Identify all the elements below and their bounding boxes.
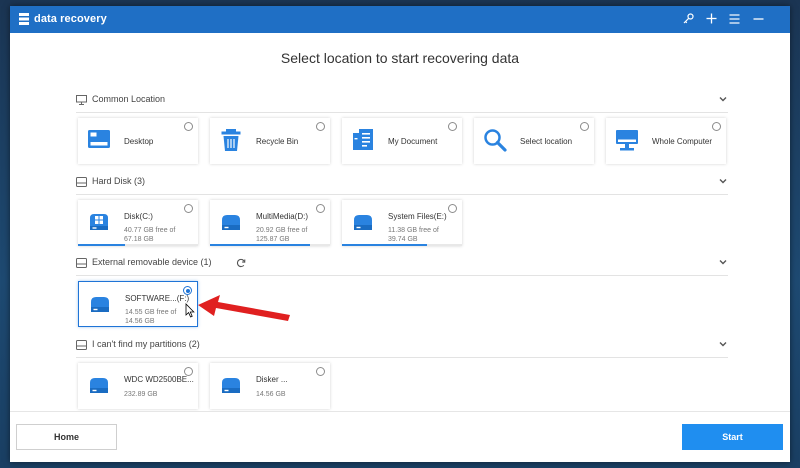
hard-drive-icon	[354, 215, 372, 230]
plus-icon	[706, 13, 716, 24]
recycle-bin-icon	[221, 129, 241, 151]
section-title: Hard Disk (3)	[92, 176, 146, 186]
drive-usage-bar	[78, 244, 198, 246]
card-label: Recycle Bin	[256, 137, 299, 146]
hard-disk-icon	[76, 177, 87, 187]
mouse-cursor-icon	[185, 303, 195, 318]
chevron-down-icon[interactable]	[718, 94, 728, 104]
chevron-down-icon[interactable]	[718, 339, 728, 349]
radio-button[interactable]	[580, 122, 589, 131]
menu-icon	[729, 14, 739, 24]
radio-button[interactable]	[712, 122, 721, 131]
hard-disk-icon	[76, 340, 87, 350]
chevron-down-icon[interactable]	[718, 257, 728, 267]
drive-name: System Files(E:)	[388, 212, 447, 221]
drive-total-space: 67.18 GB	[124, 236, 154, 243]
drive-name: MultiMedia(D:)	[256, 212, 309, 221]
key-icon	[683, 13, 694, 24]
location-card-my-document[interactable]: My Document	[342, 118, 462, 164]
page-title: Select location to start recovering data	[280, 50, 520, 66]
document-icon	[353, 129, 373, 150]
radio-button[interactable]	[184, 204, 193, 213]
drive-name: Disk(C:)	[124, 212, 153, 221]
section-title: Common Location	[92, 94, 166, 104]
drive-free-space: 14.55 GB free of	[125, 309, 177, 316]
drive-card-d[interactable]: MultiMedia(D:) 20.92 GB free of 125.87 G…	[210, 200, 330, 246]
card-label: Desktop	[124, 137, 154, 146]
desktop-icon	[88, 130, 110, 148]
drive-size: 11.38 GB free of 39.74 GB	[388, 226, 439, 244]
card-label: Select location	[520, 137, 573, 146]
radio-button[interactable]	[316, 367, 325, 376]
section-header-external-device: External removable device (1)	[76, 254, 728, 276]
radio-button[interactable]	[316, 204, 325, 213]
radio-button[interactable]	[316, 122, 325, 131]
title-bar: data recovery	[10, 6, 790, 33]
drive-size: 20.92 GB free of 125.87 GB	[256, 226, 307, 244]
hard-drive-icon	[222, 378, 240, 393]
drive-usage-bar	[210, 244, 330, 246]
app-logo-icon	[19, 13, 29, 25]
drive-usage-bar	[342, 244, 462, 246]
partition-card-disker[interactable]: Disker ... 14.56 GB	[210, 363, 330, 409]
windows-drive-icon	[90, 214, 108, 230]
drive-total-space: 14.56 GB	[125, 318, 155, 325]
hard-drive-icon	[90, 378, 108, 393]
drive-card-f[interactable]: SOFTWARE...(F:) 14.55 GB free of 14.56 G…	[78, 281, 198, 327]
section-title: External removable device (1)	[92, 257, 212, 267]
key-button[interactable]	[678, 10, 698, 28]
section-header-hard-disk: Hard Disk (3)	[76, 173, 728, 195]
drive-usage-fill	[342, 244, 428, 246]
minimize-button[interactable]	[748, 10, 768, 28]
section-header-lost-partitions: I can't find my partitions (2)	[76, 336, 728, 358]
drive-name: SOFTWARE...(F:)	[125, 294, 190, 303]
drive-size: 14.56 GB	[256, 391, 286, 398]
radio-button[interactable]	[448, 204, 457, 213]
add-button[interactable]	[701, 10, 721, 28]
computer-icon	[616, 130, 638, 151]
drive-name: Disker ...	[256, 375, 288, 384]
app-title: data recovery	[34, 13, 107, 25]
drive-total-space: 39.74 GB	[388, 236, 418, 243]
drive-usage-fill	[78, 244, 125, 246]
section-title: I can't find my partitions (2)	[92, 339, 200, 349]
hard-drive-icon	[91, 297, 109, 312]
annotation-arrow-icon	[198, 295, 290, 321]
drive-usage-fill	[210, 244, 310, 246]
menu-button[interactable]	[724, 10, 744, 28]
home-button[interactable]: Home	[16, 424, 117, 450]
drive-size: 14.55 GB free of 14.56 GB	[125, 308, 176, 326]
refresh-icon[interactable]	[236, 258, 246, 268]
chevron-down-icon[interactable]	[718, 176, 728, 186]
location-card-select-location[interactable]: Select location	[474, 118, 594, 164]
magnifier-icon	[484, 129, 507, 152]
radio-button[interactable]	[184, 122, 193, 131]
location-card-recycle-bin[interactable]: Recycle Bin	[210, 118, 330, 164]
location-card-whole-computer[interactable]: Whole Computer	[606, 118, 726, 164]
drive-free-space: 11.38 GB free of	[388, 227, 439, 234]
monitor-icon	[76, 95, 87, 105]
drive-free-space: 20.92 GB free of	[256, 227, 308, 234]
start-button[interactable]: Start	[682, 424, 783, 450]
hard-drive-icon	[222, 215, 240, 230]
drive-size: 232.89 GB	[124, 391, 158, 398]
radio-button[interactable]	[184, 367, 193, 376]
card-label: Whole Computer	[652, 137, 713, 146]
minimize-icon	[753, 18, 763, 20]
drive-card-e[interactable]: System Files(E:) 11.38 GB free of 39.74 …	[342, 200, 462, 246]
section-header-common-location: Common Location	[76, 91, 728, 113]
location-card-desktop[interactable]: Desktop	[78, 118, 198, 164]
footer-bar: Home Start	[10, 411, 790, 462]
hard-disk-icon	[76, 258, 87, 268]
drive-card-c[interactable]: Disk(C:) 40.77 GB free of 67.18 GB	[78, 200, 198, 246]
app-window: data recovery Select location to start r…	[10, 6, 790, 462]
drive-total-space: 125.87 GB	[256, 236, 290, 243]
radio-button-selected[interactable]	[183, 286, 192, 295]
drive-size: 40.77 GB free of 67.18 GB	[124, 226, 175, 244]
radio-button[interactable]	[448, 122, 457, 131]
partition-card-wdc[interactable]: WDC WD2500BE... 232.89 GB	[78, 363, 198, 409]
drive-free-space: 40.77 GB free of	[124, 227, 176, 234]
drive-name: WDC WD2500BE...	[124, 375, 194, 384]
card-label: My Document	[388, 137, 438, 146]
